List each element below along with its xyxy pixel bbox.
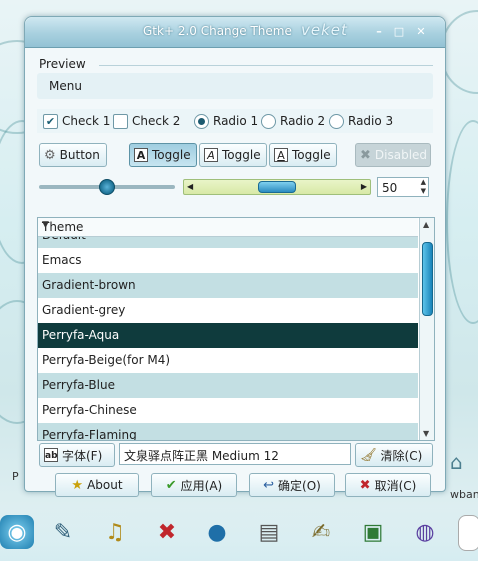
title-bar[interactable]: Gtk+ 2.0 Change Theme veket – □ ✕	[25, 17, 445, 48]
checkmark-icon: ✔	[165, 477, 177, 493]
dock-chat-icon[interactable]: ●	[200, 515, 234, 549]
dock-music-icon[interactable]: ♫	[98, 515, 132, 549]
list-item[interactable]: Perryfa-Beige(for M4)	[38, 348, 418, 373]
font-name-field[interactable]: 文泉驿点阵正黑 Medium 12	[119, 443, 351, 465]
font-icon: ab	[44, 448, 58, 462]
ok-button-label: 确定(O)	[278, 478, 321, 493]
dialog-action-row: ★ About ✔ 应用(A) ↩ 确定(O) ✖ 取消(C)	[35, 471, 445, 501]
list-item[interactable]: Gradient-grey	[38, 298, 418, 323]
font-button[interactable]: ab 字体(F)	[39, 443, 115, 467]
disabled-button-label: Disabled	[374, 148, 428, 162]
gear-icon: ⚙	[44, 147, 56, 163]
desktop-edge-text-left: P	[12, 470, 19, 483]
window-title: Gtk+ 2.0 Change Theme	[143, 24, 292, 38]
list-item[interactable]: Emacs	[38, 248, 418, 273]
dock-window-icon[interactable]	[458, 515, 478, 551]
theme-column-header[interactable]: Theme ▼	[38, 218, 418, 237]
cancel-x-icon: ✖	[359, 477, 371, 493]
bold-a-icon: A	[134, 148, 148, 162]
clear-font-button[interactable]: 🧹︎ 清除(C)	[355, 443, 433, 467]
font-row: ab 字体(F) 文泉驿点阵正黑 Medium 12 🧹︎ 清除(C)	[37, 443, 433, 467]
toggle-button-1-label: Toggle	[152, 148, 191, 162]
desktop-icon-house[interactable]: ⌂	[450, 450, 476, 474]
spin-value: 50	[382, 181, 398, 195]
sort-down-icon: ▼	[42, 220, 49, 230]
radio2-label: Radio 2	[280, 114, 326, 128]
list-item[interactable]: Perryfa-Blue	[38, 373, 418, 398]
scale-slider-knob[interactable]	[99, 179, 115, 195]
radio3-button[interactable]	[329, 114, 344, 129]
toggle-button-2-label: Toggle	[222, 148, 261, 162]
return-arrow-icon: ↩	[263, 477, 275, 493]
brush-icon: 🧹︎	[360, 447, 377, 463]
cancel-button[interactable]: ✖ 取消(C)	[345, 473, 431, 497]
brand-logo: veket	[301, 21, 348, 39]
x-icon: ✖	[360, 147, 371, 163]
about-button-label: About	[87, 478, 123, 492]
font-button-label: 字体(F)	[62, 448, 103, 463]
disabled-button: ✖ Disabled	[355, 143, 431, 167]
toggle-button-1[interactable]: A Toggle	[129, 143, 197, 167]
theme-list: Theme ▼ Default Emacs Gradient-brown Gra…	[37, 217, 435, 441]
toggle-button-3[interactable]: A Toggle	[269, 143, 337, 167]
dock-image-icon[interactable]: ▣	[356, 515, 390, 549]
check1-checkbox[interactable]: ✔	[43, 114, 58, 129]
radio3-label: Radio 3	[348, 114, 394, 128]
close-button[interactable]: ✕	[413, 25, 429, 39]
horizontal-scrollbar[interactable]: ◀ ▶	[183, 179, 371, 195]
about-button[interactable]: ★ About	[55, 473, 139, 497]
preview-button-label: Button	[59, 148, 100, 162]
maximize-button[interactable]: □	[391, 25, 407, 39]
toggle-button-2[interactable]: A Toggle	[199, 143, 267, 167]
italic-a-icon: A	[204, 148, 218, 162]
clear-font-button-label: 清除(C)	[380, 448, 423, 463]
cancel-button-label: 取消(C)	[374, 478, 417, 493]
toggle-button-3-label: Toggle	[292, 148, 331, 162]
apply-button[interactable]: ✔ 应用(A)	[151, 473, 237, 497]
list-item[interactable]: Perryfa-Chinese	[38, 398, 418, 423]
star-icon: ★	[71, 477, 84, 493]
underline-a-icon: A	[274, 148, 288, 162]
desktop-edge-text-right: wban	[450, 488, 478, 501]
options-row: ✔ Check 1 Check 2 Radio 1 Radio 2 Radio …	[37, 109, 433, 133]
preview-button[interactable]: ⚙ Button	[39, 143, 107, 167]
menu-bar: Menu	[37, 73, 433, 99]
scroll-right-icon[interactable]: ▶	[361, 180, 367, 194]
menu-item[interactable]: Menu	[49, 79, 82, 93]
preview-section-label: Preview	[39, 57, 86, 71]
dock-document-icon[interactable]: ▤	[252, 515, 286, 549]
check2-label: Check 2	[132, 114, 181, 128]
divider	[99, 65, 433, 66]
apply-button-label: 应用(A)	[180, 478, 223, 493]
list-item[interactable]: Perryfa-Flaming	[38, 423, 418, 440]
vertical-scrollbar[interactable]: ▲ ▼	[419, 218, 434, 440]
dock-drive-icon[interactable]: ◍	[408, 515, 442, 549]
theme-list-body: Default Emacs Gradient-brown Gradient-gr…	[38, 237, 418, 440]
check2-checkbox[interactable]	[113, 114, 128, 129]
dock-browser-icon[interactable]: ◉	[0, 515, 34, 549]
minimize-button[interactable]: –	[371, 25, 387, 39]
list-item[interactable]: Default	[38, 237, 418, 248]
radio1-button[interactable]	[194, 114, 209, 129]
ok-button[interactable]: ↩ 确定(O)	[249, 473, 335, 497]
vertical-scroll-thumb[interactable]	[422, 242, 433, 316]
dock-tools-icon[interactable]: ✖	[150, 515, 184, 549]
dock-editor-icon[interactable]: ✎	[46, 515, 80, 549]
change-theme-window: Gtk+ 2.0 Change Theme veket – □ ✕ Previe…	[24, 16, 446, 497]
list-item-selected[interactable]: Perryfa-Aqua	[38, 323, 418, 348]
check1-label: Check 1	[62, 114, 111, 128]
radio1-label: Radio 1	[213, 114, 259, 128]
list-item[interactable]: Gradient-brown	[38, 273, 418, 298]
scroll-down-icon[interactable]: ▼	[423, 429, 429, 438]
horizontal-scroll-thumb[interactable]	[258, 181, 296, 193]
scroll-left-icon[interactable]: ◀	[187, 180, 193, 194]
spin-arrows-icon[interactable]: ▲ ▼	[421, 178, 426, 196]
radio2-button[interactable]	[261, 114, 276, 129]
dock-notes-icon[interactable]: ✍	[304, 515, 338, 549]
scroll-up-icon[interactable]: ▲	[423, 220, 429, 229]
spin-button[interactable]: 50 ▲ ▼	[377, 177, 429, 197]
